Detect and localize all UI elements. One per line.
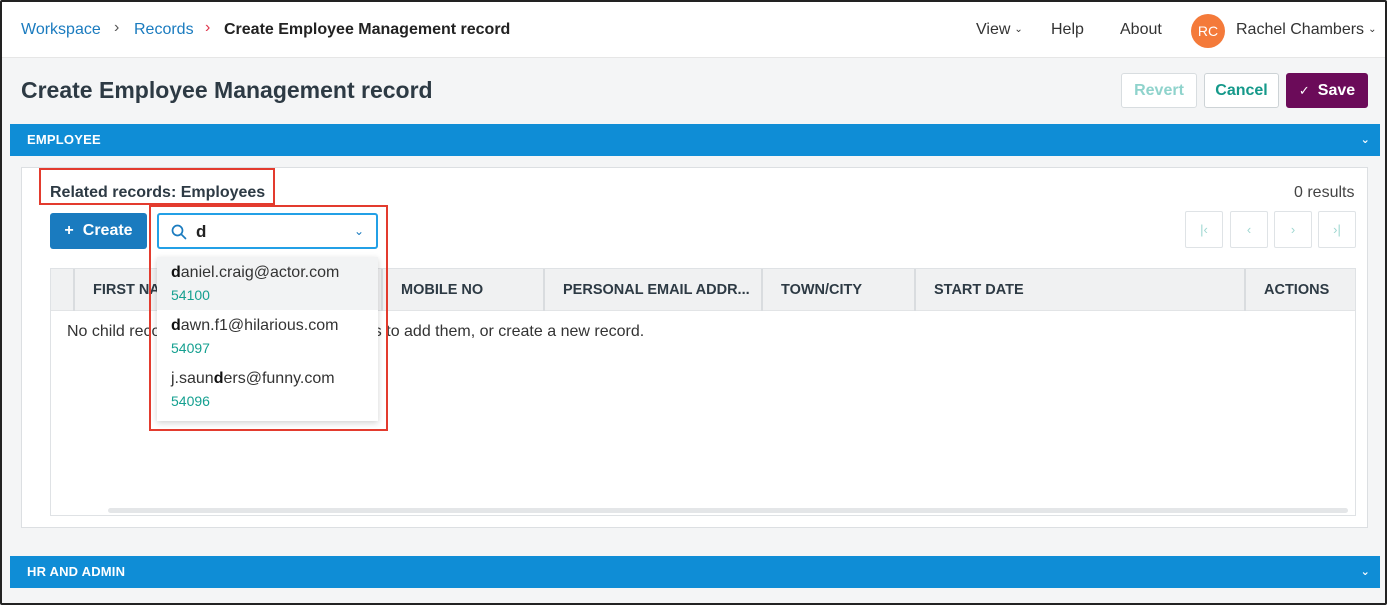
- first-page-icon: |‹: [1200, 222, 1208, 237]
- column-actions: ACTIONS: [1244, 269, 1355, 311]
- create-button[interactable]: + Create: [50, 213, 147, 249]
- revert-button[interactable]: Revert: [1121, 73, 1197, 108]
- chevron-down-icon: ⌄: [1368, 24, 1377, 35]
- user-menu[interactable]: Rachel Chambers ⌄: [1236, 21, 1376, 39]
- last-page-button[interactable]: ›|: [1318, 211, 1356, 248]
- first-page-button[interactable]: |‹: [1185, 211, 1223, 248]
- breadcrumb-workspace[interactable]: Workspace: [21, 21, 101, 39]
- column-town-city[interactable]: TOWN/CITY: [761, 269, 914, 311]
- next-page-button[interactable]: ›: [1274, 211, 1312, 248]
- chevron-down-icon: ⌄: [1014, 24, 1023, 35]
- breadcrumb-separator-icon: ›: [114, 19, 120, 36]
- view-menu-label: View: [976, 21, 1011, 38]
- highlight-box-related-title: [39, 168, 275, 205]
- about-link[interactable]: About: [1120, 21, 1162, 39]
- save-button-label: Save: [1317, 82, 1356, 99]
- section-hr-admin-title: HR AND ADMIN: [27, 564, 126, 579]
- avatar[interactable]: RC: [1191, 14, 1225, 48]
- section-hr-admin[interactable]: HR AND ADMIN ⌄: [10, 556, 1380, 588]
- results-count: 0 results: [1294, 184, 1355, 201]
- breadcrumb-separator-icon: ›: [205, 19, 211, 36]
- prev-page-icon: ‹: [1246, 222, 1252, 237]
- next-page-icon: ›: [1290, 222, 1296, 237]
- view-menu[interactable]: View ⌄: [976, 21, 1023, 39]
- create-button-label: Create: [82, 222, 133, 239]
- section-employee-title: EMPLOYEE: [27, 132, 101, 147]
- app-window: Workspace › Records › Create Employee Ma…: [0, 0, 1387, 605]
- last-page-icon: ›|: [1333, 222, 1341, 237]
- chevron-down-icon: ⌄: [1360, 566, 1370, 578]
- section-employee[interactable]: EMPLOYEE ⌄: [10, 124, 1380, 156]
- check-icon: ✓: [1298, 83, 1310, 98]
- column-personal-email[interactable]: PERSONAL EMAIL ADDR...: [543, 269, 761, 311]
- breadcrumb-current: Create Employee Management record: [224, 21, 511, 38]
- horizontal-scrollbar[interactable]: [108, 508, 1348, 513]
- cancel-button[interactable]: Cancel: [1204, 73, 1279, 108]
- save-button[interactable]: ✓ Save: [1286, 73, 1368, 108]
- page-title: Create Employee Management record: [21, 77, 433, 103]
- prev-page-button[interactable]: ‹: [1230, 211, 1268, 248]
- plus-icon: +: [64, 222, 74, 239]
- user-name: Rachel Chambers: [1236, 21, 1365, 38]
- top-navigation: Workspace › Records › Create Employee Ma…: [2, 2, 1385, 58]
- breadcrumb-records[interactable]: Records: [134, 21, 194, 39]
- help-link[interactable]: Help: [1051, 21, 1084, 39]
- highlight-box-search: [149, 205, 388, 431]
- column-mobile-no[interactable]: MOBILE NO: [381, 269, 543, 311]
- chevron-down-icon: ⌄: [1360, 134, 1370, 146]
- column-start-date[interactable]: START DATE: [914, 269, 1244, 311]
